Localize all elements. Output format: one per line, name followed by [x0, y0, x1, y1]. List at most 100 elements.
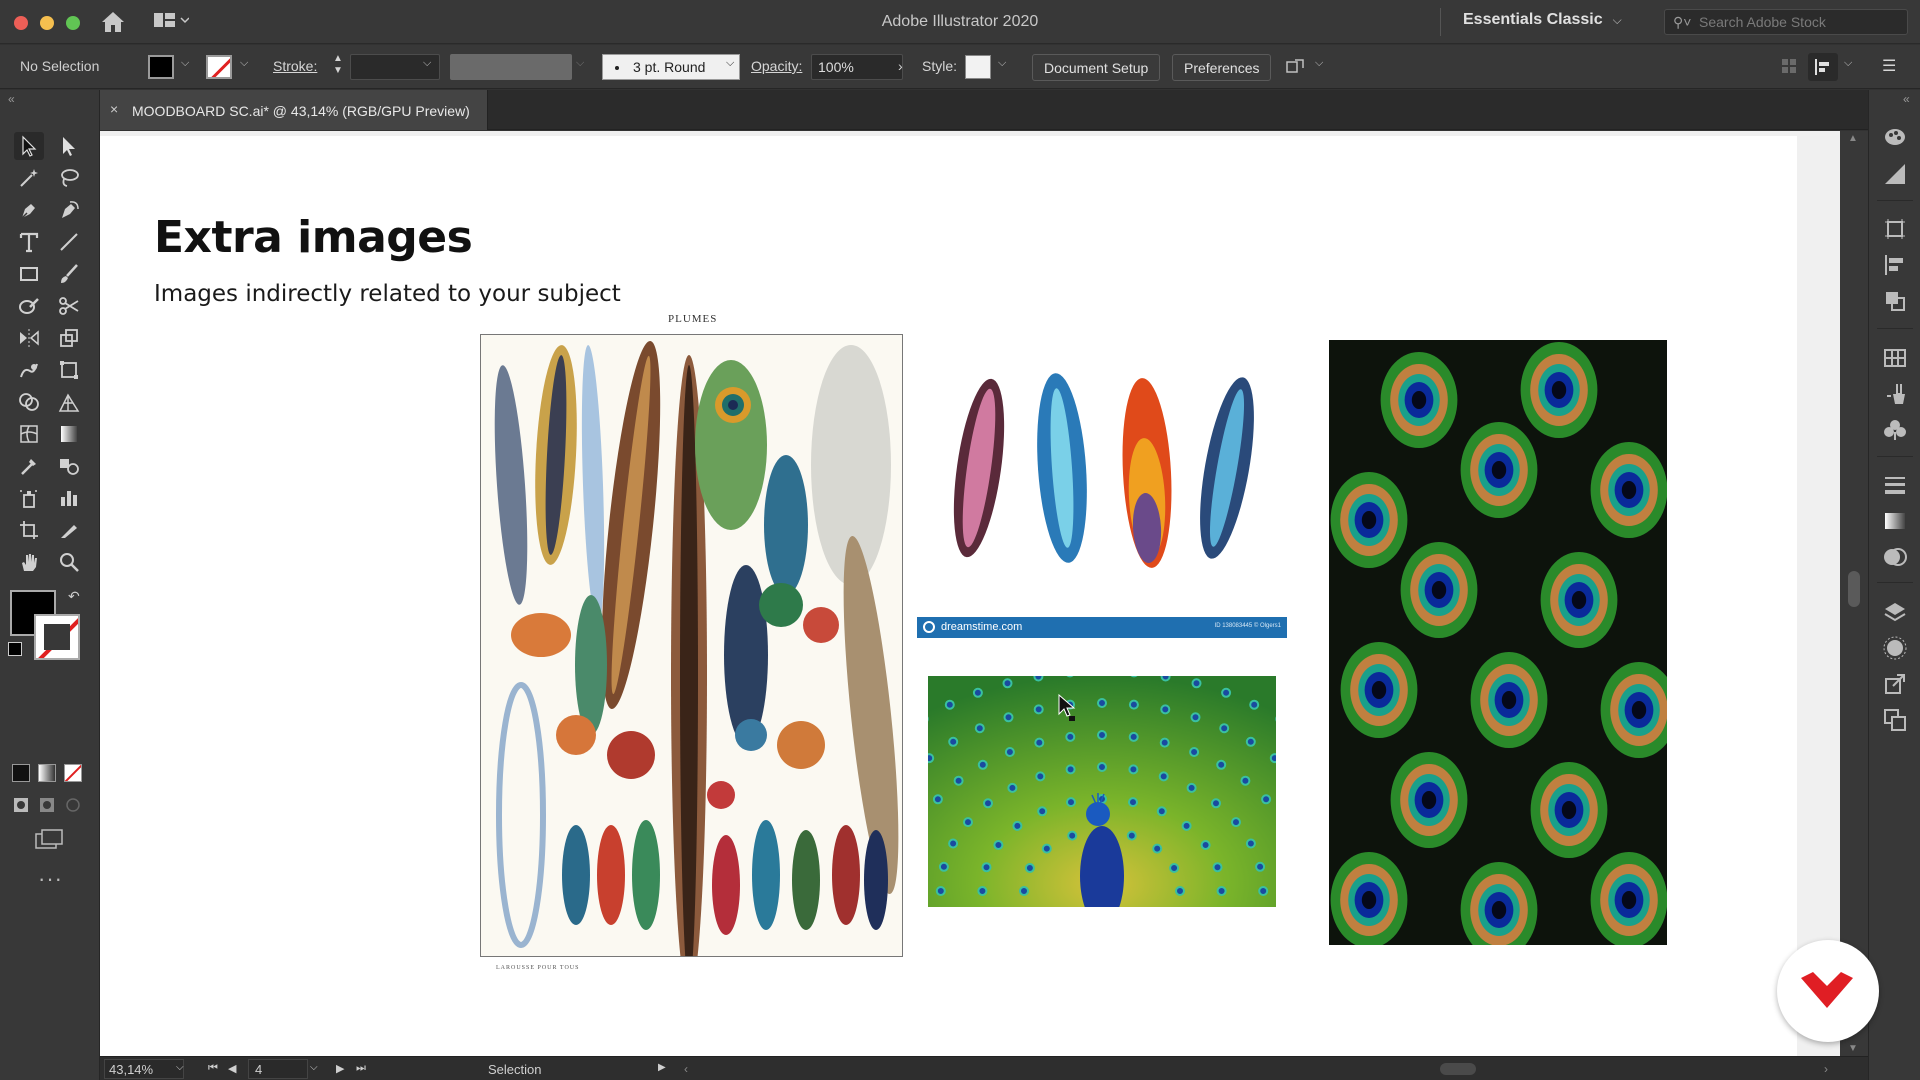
moodboard-heading[interactable]: Extra images — [154, 212, 473, 263]
chevron-down-icon[interactable]: ⌵ — [423, 57, 431, 70]
paintbrush-tool-icon[interactable] — [54, 260, 84, 288]
free-transform-tool-icon[interactable] — [54, 356, 84, 384]
chevron-down-icon[interactable]: ⌵ — [181, 57, 189, 70]
chevron-down-icon[interactable]: ⌵ — [310, 1062, 318, 1073]
draw-inside-icon[interactable] — [64, 796, 84, 814]
gradient-tool-icon[interactable] — [54, 420, 84, 448]
direct-selection-tool-icon[interactable] — [54, 132, 84, 160]
search-adobe-stock-input[interactable]: ⚲˅ Search Adobe Stock — [1664, 9, 1908, 35]
preferences-button[interactable]: Preferences — [1172, 54, 1272, 81]
pathfinder-panel-icon[interactable] — [1883, 289, 1907, 313]
gradient-panel-icon[interactable] — [1883, 509, 1907, 533]
default-fill-stroke-icon[interactable] — [8, 642, 22, 656]
scroll-up-icon[interactable]: ▲ — [1848, 133, 1858, 144]
eyedropper-tool-icon[interactable] — [14, 452, 44, 480]
rectangle-tool-icon[interactable] — [14, 260, 44, 288]
line-segment-tool-icon[interactable] — [54, 228, 84, 256]
color-mode-icon[interactable] — [12, 764, 30, 782]
mesh-tool-icon[interactable] — [14, 420, 44, 448]
chevron-down-icon[interactable]: ⌵ — [726, 57, 734, 70]
reflect-tool-icon[interactable] — [14, 324, 44, 352]
scroll-left-icon[interactable]: ‹ — [684, 1062, 688, 1076]
zoom-window-button[interactable] — [66, 16, 80, 30]
close-window-button[interactable] — [14, 16, 28, 30]
color-guide-panel-icon[interactable] — [1883, 162, 1907, 186]
scroll-thumb[interactable] — [1848, 571, 1860, 607]
moodboard-subheading[interactable]: Images indirectly related to your subjec… — [154, 281, 621, 307]
perspective-grid-tool-icon[interactable] — [54, 388, 84, 416]
warp-tool-icon[interactable] — [14, 356, 44, 384]
current-tool-label[interactable]: Selection — [488, 1062, 541, 1077]
document-tab[interactable]: × MOODBOARD SC.ai* @ 43,14% (RGB/GPU Pre… — [100, 90, 488, 130]
swap-fill-stroke-icon[interactable]: ↶ — [68, 588, 80, 605]
opacity-field[interactable]: 100% — [811, 54, 903, 80]
peacock-display-image[interactable] — [928, 676, 1276, 907]
stroke-label[interactable]: Stroke: — [273, 58, 317, 74]
home-icon[interactable] — [100, 10, 126, 34]
export-panel-icon[interactable] — [1883, 672, 1907, 696]
scroll-right-icon[interactable]: › — [1824, 1062, 1828, 1076]
type-tool-icon[interactable] — [14, 228, 44, 256]
arrange-icon[interactable] — [1285, 57, 1307, 77]
draw-behind-icon[interactable] — [38, 796, 58, 814]
variable-width-profile[interactable] — [450, 54, 572, 80]
document-setup-button[interactable]: Document Setup — [1032, 54, 1161, 81]
lasso-tool-icon[interactable] — [54, 164, 84, 192]
chevron-down-icon[interactable]: ⌵ — [176, 1062, 184, 1073]
gradient-mode-icon[interactable] — [38, 764, 56, 782]
stroke-stepper-icon[interactable]: ▲ ▼ — [333, 53, 343, 77]
layers-panel-icon[interactable] — [1883, 600, 1907, 624]
vintage-feather-plate-image[interactable] — [480, 334, 903, 957]
symbol-sprayer-tool-icon[interactable] — [14, 484, 44, 512]
none-mode-icon[interactable] — [64, 764, 82, 782]
stroke-panel-icon[interactable] — [1883, 473, 1907, 497]
chevron-right-icon[interactable]: › — [898, 58, 903, 74]
zoom-level-field[interactable]: 43,14% — [104, 1059, 184, 1079]
fill-swatch[interactable] — [148, 55, 174, 79]
shaper-tool-icon[interactable] — [14, 292, 44, 320]
minimize-window-button[interactable] — [40, 16, 54, 30]
more-tools-icon[interactable]: ··· — [38, 866, 63, 892]
brush-definition-field[interactable]: 3 pt. Round — [602, 54, 740, 80]
graphic-style-swatch[interactable] — [965, 55, 991, 79]
scissors-tool-icon[interactable] — [54, 292, 84, 320]
artboard-tool-icon[interactable] — [14, 516, 44, 544]
first-artboard-icon[interactable]: ⏮ — [208, 1062, 218, 1075]
pen-tool-icon[interactable] — [14, 196, 44, 224]
scroll-down-icon[interactable]: ▼ — [1848, 1043, 1858, 1054]
scale-tool-icon[interactable] — [54, 324, 84, 352]
close-icon[interactable]: × — [110, 101, 118, 117]
blend-tool-icon[interactable] — [54, 452, 84, 480]
zoom-tool-icon[interactable] — [54, 548, 84, 576]
status-menu-icon[interactable]: ▶ — [658, 1062, 666, 1073]
column-graph-tool-icon[interactable] — [54, 484, 84, 512]
chevron-down-icon[interactable]: ⌵ — [1844, 57, 1852, 70]
hand-tool-icon[interactable] — [14, 548, 44, 576]
watercolor-feathers-image[interactable] — [917, 358, 1287, 618]
transform-panel-icon[interactable] — [1883, 217, 1907, 241]
symbols-panel-icon[interactable] — [1883, 418, 1907, 442]
peacock-feather-closeup-image[interactable] — [1329, 340, 1667, 945]
curvature-tool-icon[interactable] — [54, 196, 84, 224]
vertical-scrollbar[interactable]: ▲ ▼ — [1840, 131, 1868, 1056]
color-panel-icon[interactable] — [1883, 125, 1907, 149]
stroke-swatch[interactable] — [206, 55, 232, 79]
shape-builder-tool-icon[interactable] — [14, 388, 44, 416]
arrange-documents-icon[interactable] — [153, 12, 189, 30]
artboards-panel-icon[interactable] — [1883, 708, 1907, 732]
align-panel-icon[interactable] — [1883, 253, 1907, 277]
change-screen-mode-icon[interactable] — [34, 828, 64, 852]
collapse-panel-icon[interactable]: « — [1903, 92, 1910, 106]
swatches-panel-icon[interactable] — [1883, 346, 1907, 370]
next-artboard-icon[interactable]: ▶ — [336, 1062, 344, 1075]
slice-tool-icon[interactable] — [54, 516, 84, 544]
chevron-down-icon[interactable]: ⌵ — [998, 57, 1006, 70]
chevron-down-icon[interactable]: ⌵ — [1315, 57, 1323, 70]
previous-artboard-icon[interactable]: ◀ — [228, 1062, 236, 1075]
magic-wand-tool-icon[interactable] — [14, 164, 44, 192]
opacity-label[interactable]: Opacity: — [751, 58, 802, 74]
panel-menu-icon[interactable]: ☰ — [1882, 56, 1896, 76]
appearance-panel-icon[interactable] — [1883, 636, 1907, 660]
stroke-color-box[interactable] — [34, 614, 80, 660]
last-artboard-icon[interactable]: ⏭ — [356, 1062, 366, 1075]
